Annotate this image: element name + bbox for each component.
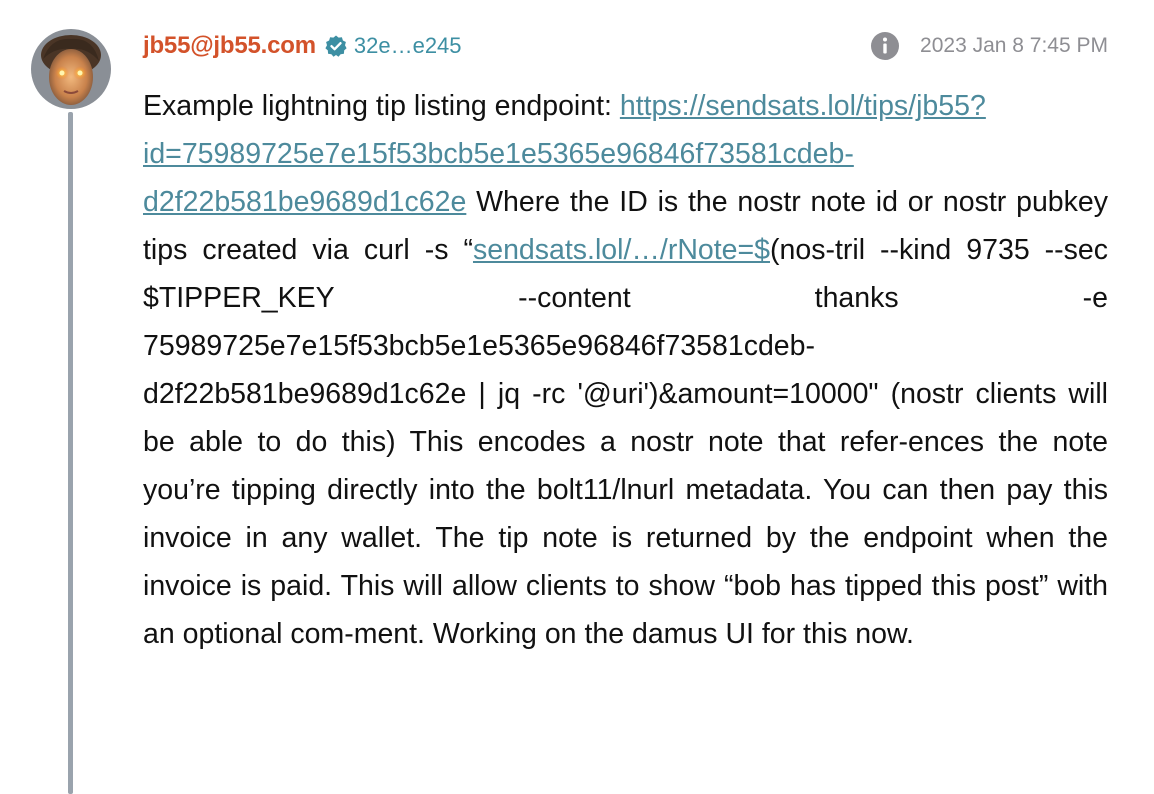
note-header: jb55@jb55.com 32e…e245 2023 Jan 8 7:45 P…: [143, 30, 1108, 62]
avatar[interactable]: [31, 29, 111, 109]
verified-badge-icon: [324, 34, 348, 58]
author-name[interactable]: jb55@jb55.com: [143, 32, 316, 60]
tip-endpoint-link-part-3[interactable]: d2f22b581be9689d1c62e: [143, 186, 466, 218]
note-content: Example lightning tip listing endpoint: …: [143, 82, 1108, 658]
pubkey-short[interactable]: 32e…e245: [354, 33, 462, 59]
tip-endpoint-link-part-2[interactable]: id=75989725e7e15f53bcb5e1e5365e96846f735…: [143, 138, 854, 170]
content-text-1: Example lightning tip listing endpoint:: [143, 90, 620, 122]
tip-endpoint-link-part-1[interactable]: https://sendsats.lol/tips/jb55?: [620, 90, 986, 122]
note-timestamp: 2023 Jan 8 7:45 PM: [920, 34, 1108, 57]
sendsats-link[interactable]: sendsats.lol/…/rNote=$: [473, 234, 770, 266]
thread-line: [68, 112, 73, 794]
content-text-3: (nos-tril --kind 9735 --sec $TIPPER_KEY …: [143, 234, 1109, 650]
info-icon[interactable]: [870, 31, 900, 61]
